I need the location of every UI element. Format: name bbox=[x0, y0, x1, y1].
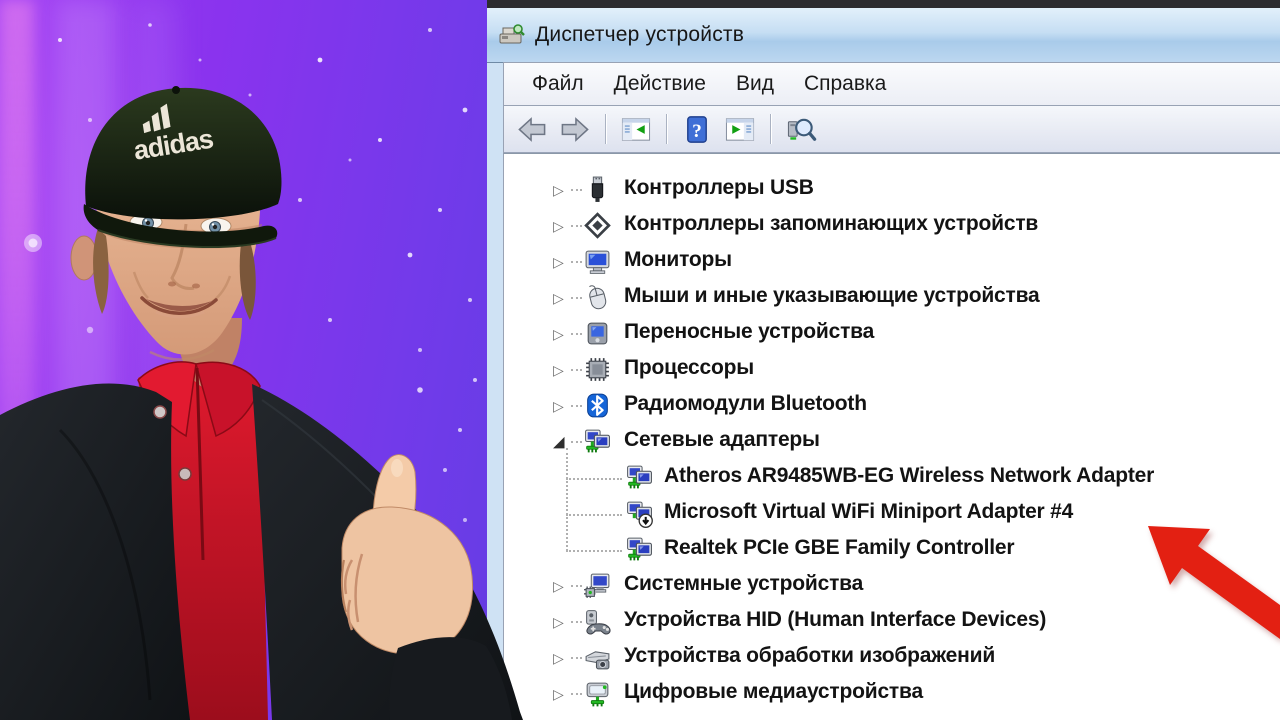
system-devices-icon bbox=[583, 571, 612, 600]
tree-dotted-connector bbox=[571, 333, 582, 335]
toolbar bbox=[503, 106, 1280, 153]
help-button[interactable] bbox=[679, 113, 715, 146]
menu-item-view[interactable]: Вид bbox=[721, 72, 789, 96]
expander-collapsed-icon[interactable]: ▷ bbox=[553, 615, 564, 629]
tree-item[interactable]: ▷ Контроллеры USB bbox=[504, 172, 1280, 208]
expander-collapsed-icon[interactable]: ▷ bbox=[553, 687, 564, 701]
bluetooth-icon bbox=[583, 391, 612, 420]
tree-item[interactable]: ▷ Радиомодули Bluetooth bbox=[504, 388, 1280, 424]
usb-icon bbox=[583, 175, 612, 204]
tree-dotted-connector bbox=[571, 585, 582, 587]
forward-button[interactable] bbox=[557, 113, 593, 146]
imaging-icon bbox=[583, 643, 612, 672]
tree-item-label: Realtek PCIe GBE Family Controller bbox=[664, 536, 1015, 559]
tree-item-label: Мониторы bbox=[624, 248, 732, 271]
tree-dotted-connector bbox=[571, 189, 582, 191]
stars-decoration bbox=[24, 23, 477, 710]
tree-dotted-connector bbox=[571, 225, 582, 227]
scan-hardware-icon bbox=[785, 114, 817, 145]
tree-item-label: Радиомодули Bluetooth bbox=[624, 392, 867, 415]
tree-dotted-connector bbox=[571, 297, 582, 299]
expander-collapsed-icon[interactable]: ▷ bbox=[553, 399, 564, 413]
back-arrow-icon bbox=[516, 114, 548, 145]
tree-item[interactable]: ▷ Процессоры bbox=[504, 352, 1280, 388]
tree-item-label: Контроллеры USB bbox=[624, 176, 814, 199]
tree-item[interactable]: ▷ Мониторы bbox=[504, 244, 1280, 280]
tree-item[interactable]: ▷ Мыши и иные указывающие устройства bbox=[504, 280, 1280, 316]
tree-top-spacer bbox=[504, 154, 1280, 172]
tree-item-label: Переносные устройства bbox=[624, 320, 875, 343]
tree-dotted-connector bbox=[571, 405, 582, 407]
media-device-icon bbox=[583, 679, 612, 708]
tree-item-label: Цифровые медиаустройства bbox=[624, 680, 923, 703]
tree-item-label: Контроллеры запоминающих устройств bbox=[624, 212, 1039, 235]
tree-item[interactable]: ◢ Сетевые адаптеры bbox=[504, 424, 1280, 460]
thumbnail-scene: Диспетчер устройств Файл Действие Вид Справ… bbox=[0, 0, 1280, 720]
expander-collapsed-icon[interactable]: ▷ bbox=[553, 219, 564, 233]
expander-collapsed-icon[interactable]: ▷ bbox=[553, 291, 564, 305]
expander-expanded-icon[interactable]: ◢ bbox=[553, 435, 565, 450]
portable-device-icon bbox=[583, 319, 612, 348]
menu-bar: Файл Действие Вид Справка bbox=[503, 62, 1280, 106]
expander-collapsed-icon[interactable]: ▷ bbox=[553, 651, 564, 665]
red-annotation-arrow bbox=[1148, 526, 1280, 640]
tree-dotted-connector bbox=[571, 441, 582, 443]
help-icon bbox=[681, 114, 713, 145]
toolbar-separator bbox=[666, 114, 667, 144]
action-pane-icon bbox=[724, 114, 756, 145]
window-title: Диспетчер устройств bbox=[535, 23, 745, 46]
tree-dotted-connector bbox=[571, 261, 582, 263]
processor-icon bbox=[583, 355, 612, 384]
show-hide-console-tree-button[interactable] bbox=[618, 113, 654, 146]
tree-item-label: Мыши и иные указывающие устройства bbox=[624, 284, 1040, 307]
tree-item[interactable]: ▷ Цифровые медиаустройства bbox=[504, 676, 1280, 712]
toolbar-separator bbox=[605, 114, 606, 144]
tree-item-label: Процессоры bbox=[624, 356, 755, 379]
forward-arrow-icon bbox=[559, 114, 591, 145]
tree-item[interactable]: ▷ Контроллеры запоминающих устройств bbox=[504, 208, 1280, 244]
arrow-shape bbox=[1148, 526, 1280, 640]
device-manager-icon bbox=[498, 21, 526, 49]
storage-controller-icon bbox=[583, 211, 612, 240]
show-hide-action-pane-button[interactable] bbox=[722, 113, 758, 146]
scan-hardware-changes-button[interactable] bbox=[783, 113, 819, 146]
expander-collapsed-icon[interactable]: ▷ bbox=[553, 255, 564, 269]
tree-item[interactable]: Atheros AR9485WB-EG Wireless Network Ada… bbox=[504, 460, 1280, 496]
menu-item-file[interactable]: Файл bbox=[517, 72, 599, 96]
window-top-edge bbox=[487, 0, 1280, 8]
network-adapter-disabled-icon bbox=[625, 499, 654, 528]
tree-dotted-connector bbox=[571, 693, 582, 695]
expander-collapsed-icon[interactable]: ▷ bbox=[553, 183, 564, 197]
network-adapter-icon bbox=[625, 463, 654, 492]
toolbar-separator bbox=[770, 114, 771, 144]
tree-item-label: Устройства обработки изображений bbox=[624, 644, 996, 667]
console-tree-icon bbox=[620, 114, 652, 145]
tree-item-label: Устройства HID (Human Interface Devices) bbox=[624, 608, 1047, 631]
tree-dotted-connector bbox=[571, 369, 582, 371]
window-titlebar[interactable]: Диспетчер устройств bbox=[487, 8, 1280, 63]
tree-item-label: Сетевые адаптеры bbox=[624, 428, 820, 451]
tree-item-label: Системные устройства bbox=[624, 572, 864, 595]
tree-item-label: Atheros AR9485WB-EG Wireless Network Ada… bbox=[664, 464, 1155, 487]
expander-collapsed-icon[interactable]: ▷ bbox=[553, 327, 564, 341]
mouse-icon bbox=[583, 283, 612, 312]
tree-dotted-connector bbox=[571, 621, 582, 623]
back-button[interactable] bbox=[514, 113, 550, 146]
network-adapter-icon bbox=[625, 535, 654, 564]
tree-item[interactable]: ▷ Переносные устройства bbox=[504, 316, 1280, 352]
network-adapter-icon bbox=[583, 427, 612, 456]
menu-item-help[interactable]: Справка bbox=[789, 72, 901, 96]
expander-collapsed-icon[interactable]: ▷ bbox=[553, 363, 564, 377]
tree-dotted-connector bbox=[571, 657, 582, 659]
menu-item-action[interactable]: Действие bbox=[599, 72, 721, 96]
monitor-icon bbox=[583, 247, 612, 276]
hid-icon bbox=[583, 607, 612, 636]
expander-collapsed-icon[interactable]: ▷ bbox=[553, 579, 564, 593]
tree-item-label: Microsoft Virtual WiFi Miniport Adapter … bbox=[664, 500, 1074, 523]
